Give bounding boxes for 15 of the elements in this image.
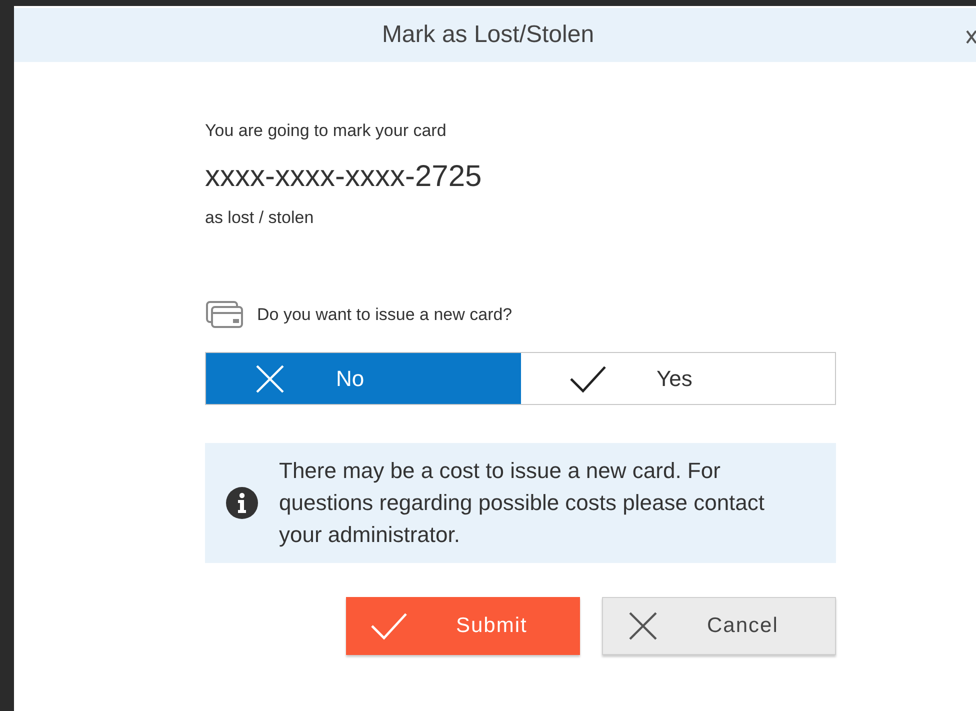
dialog-title: Mark as Lost/Stolen [382, 20, 594, 50]
intro-text: You are going to mark your card [205, 120, 448, 142]
cancel-button[interactable]: Cancel [602, 597, 836, 655]
check-icon [370, 612, 408, 640]
outro-text: as lost / stolen [205, 206, 315, 228]
option-toggle[interactable]: No [206, 353, 520, 404]
cross-icon [627, 610, 659, 642]
notice-text: There may be a cost to issue a new card. For questions regarding possible costs please contact your administrator. [279, 457, 766, 549]
question-text: Do you want to issue a new card? [257, 304, 512, 326]
cross-icon [254, 362, 286, 394]
close-icon[interactable] [966, 30, 976, 44]
credit-card-icon [205, 300, 245, 330]
card-number: xxxx-xxxx-xxxx-2725 [205, 158, 483, 194]
check-icon [568, 364, 606, 392]
info-icon [225, 486, 259, 520]
